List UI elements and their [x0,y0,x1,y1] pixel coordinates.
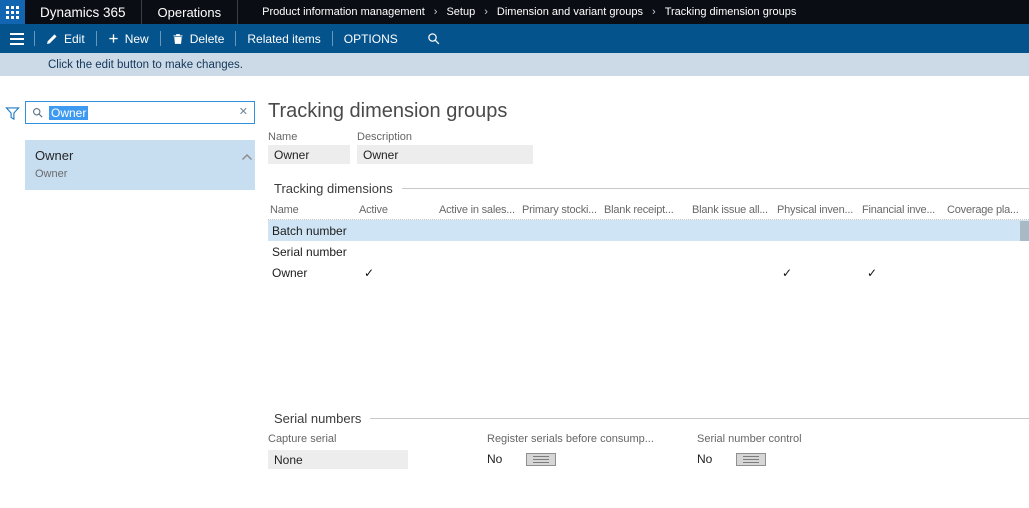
serial-number-control-label: Serial number control [697,433,802,445]
breadcrumb-item-setup[interactable]: Setup [446,6,475,18]
chevron-up-icon[interactable] [241,153,253,161]
section-rule [370,418,1029,419]
cell-name: Serial number [268,245,357,259]
header-fields: Name Owner Description Owner [268,131,1029,164]
hamburger-menu-button[interactable] [0,24,34,53]
related-items-button[interactable]: Related items [236,24,331,53]
list-search-input[interactable]: Owner ✕ [25,101,255,124]
capture-serial-label: Capture serial [268,433,408,445]
record-list-panel: Owner ✕ Owner Owner [25,76,255,491]
edit-button[interactable]: Edit [35,24,96,53]
grid-column-header[interactable]: Physical inven... [775,204,860,216]
content-area: Tracking dimension groups Name Owner Des… [255,76,1029,491]
grid-column-header[interactable]: Financial inve... [860,204,945,216]
register-serials-group: Register serials before consump... No [487,433,654,466]
options-button[interactable]: OPTIONS [333,24,409,53]
area-title[interactable]: Operations [142,0,238,24]
grid-header-row: Name Active Active in sales... Primary s… [268,201,1029,220]
command-bar: Edit New Delete Related items OPTIONS [0,24,1029,53]
message-text: Click the edit button to make changes. [48,59,243,71]
toggle-grip-icon [743,456,759,463]
cell-name: Batch number [268,224,357,238]
options-label: OPTIONS [344,32,398,46]
toggle-grip-icon [533,456,549,463]
tracking-dimensions-section-title: Tracking dimensions [268,181,393,196]
record-subtitle: Owner [35,168,245,180]
search-icon [427,32,441,46]
tracking-dimensions-grid: Name Active Active in sales... Primary s… [268,201,1029,394]
grid-column-header[interactable]: Primary stocki... [520,204,602,216]
grid-row-batch-number[interactable]: Batch number [268,220,1029,241]
description-field: Description Owner [357,131,533,164]
grid-column-header[interactable]: Active [357,204,437,216]
serial-numbers-section: Capture serial None Register serials bef… [268,433,1029,508]
serial-number-control-toggle[interactable] [736,453,766,466]
filter-pane [0,76,25,491]
chevron-right-icon: › [652,6,656,18]
section-rule [402,188,1029,189]
page-title: Tracking dimension groups [268,100,1029,123]
cell-active-checkmark: ✓ [357,266,437,280]
serial-number-control-group: Serial number control No [697,433,802,466]
clear-search-icon[interactable]: ✕ [239,107,248,118]
grid-column-header[interactable]: Coverage pla... [945,204,1029,216]
plus-icon [108,33,119,44]
chevron-right-icon: › [484,6,488,18]
grid-column-header[interactable]: Active in sales... [437,204,520,216]
breadcrumb-item-page[interactable]: Tracking dimension groups [665,6,797,18]
app-launcher-button[interactable] [0,0,25,24]
new-label: New [125,32,149,46]
cell-financial-inventory-checkmark: ✓ [860,266,945,280]
name-input[interactable]: Owner [268,145,350,164]
topbar-divider [237,0,238,24]
grid-column-header[interactable]: Name [268,204,357,216]
hamburger-icon [10,33,24,45]
grid-column-header[interactable]: Blank receipt... [602,204,690,216]
serial-numbers-section-title: Serial numbers [268,411,361,426]
grid-row-owner[interactable]: Owner ✓ ✓ ✓ [268,262,1029,283]
chevron-right-icon: › [434,6,438,18]
register-serials-label: Register serials before consump... [487,433,654,445]
delete-label: Delete [190,32,225,46]
edit-pencil-icon [46,33,58,45]
breadcrumb-item-module[interactable]: Product information management [262,6,425,18]
breadcrumb-item-groups[interactable]: Dimension and variant groups [497,6,643,18]
breadcrumb: Product information management › Setup ›… [262,0,796,24]
record-list-item-owner[interactable]: Owner Owner [25,140,255,190]
cell-name: Owner [268,266,357,280]
description-label: Description [357,131,533,143]
register-serials-toggle[interactable] [526,453,556,466]
trash-icon [172,33,184,45]
delete-button[interactable]: Delete [161,24,236,53]
capture-serial-select[interactable]: None [268,450,408,469]
capture-serial-group: Capture serial None [268,433,408,469]
name-label: Name [268,131,350,143]
grid-empty-space [268,283,1029,394]
description-input[interactable]: Owner [357,145,533,164]
filter-icon[interactable] [5,106,20,121]
brand-title[interactable]: Dynamics 365 [25,0,141,24]
new-button[interactable]: New [97,24,160,53]
serial-number-control-value: No [697,452,712,466]
name-field: Name Owner [268,131,350,164]
tracking-dimensions-section-header: Tracking dimensions [268,180,1029,197]
related-items-label: Related items [247,32,320,46]
grid-column-header[interactable]: Blank issue all... [690,204,775,216]
record-title: Owner [35,148,245,163]
serial-numbers-section-header: Serial numbers [268,410,1029,427]
search-icon [32,107,44,119]
cell-physical-inventory-checkmark: ✓ [775,266,860,280]
edit-label: Edit [64,32,85,46]
command-search-button[interactable] [413,24,455,53]
register-serials-value: No [487,452,502,466]
search-text-selected: Owner [49,106,88,120]
grid-row-serial-number[interactable]: Serial number [268,241,1029,262]
message-bar: Click the edit button to make changes. [0,53,1029,76]
grid-scrollbar-thumb[interactable] [1020,221,1029,241]
waffle-icon [6,6,19,19]
top-navigation-bar: Dynamics 365 Operations Product informat… [0,0,1029,24]
